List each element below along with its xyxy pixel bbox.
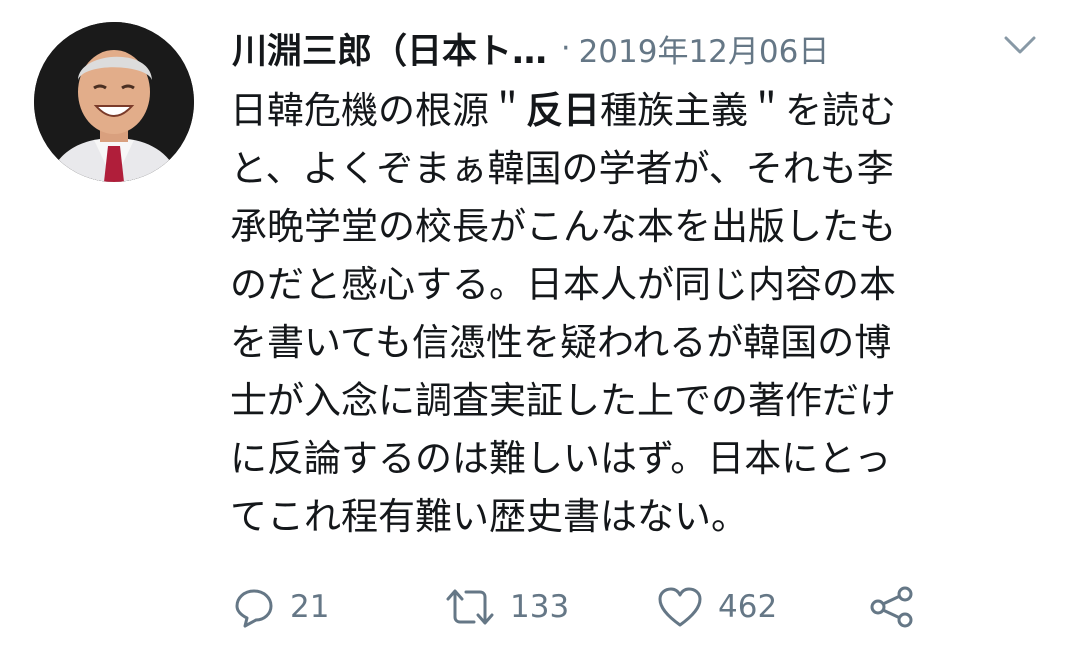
tweet-text-segment: 種族主義＂を読む [600, 89, 896, 132]
tweet-text-line: てこれ程有難い歴史書はない。 [230, 495, 748, 538]
tweet-text-line: 士が入念に調査実証した上での著作だけ [230, 379, 896, 422]
retweet-icon [444, 585, 496, 629]
share-button[interactable] [868, 582, 916, 632]
heart-icon [656, 585, 704, 629]
tweet-text-bold: 反日 [526, 89, 600, 132]
chevron-down-icon[interactable] [1000, 30, 1040, 60]
like-count: 462 [718, 589, 778, 625]
header-separator: · [561, 30, 571, 66]
author-name[interactable]: 川淵三郎（日本ト… [232, 23, 547, 74]
reply-count: 21 [290, 589, 330, 625]
tweet-text-segment: 日韓危機の根源＂ [230, 89, 526, 132]
like-button[interactable]: 462 [656, 582, 777, 632]
retweet-button[interactable]: 133 [444, 582, 569, 632]
tweet-text-line: を書いても信憑性を疑われるが韓国の博 [230, 321, 892, 364]
tweet-text-line: に反論するのは難しいはず。日本にとっ [230, 437, 892, 480]
reply-button[interactable]: 21 [232, 582, 329, 632]
action-bar: 21 133 462 [232, 582, 952, 632]
tweet-header: 川淵三郎（日本ト… · 2019年12月06日 [232, 22, 1032, 74]
tweet-text-line: のだと感心する。日本人が同じ内容の本 [230, 263, 896, 306]
reply-icon [232, 585, 276, 629]
retweet-count: 133 [510, 589, 570, 625]
avatar[interactable] [34, 22, 194, 182]
share-icon [868, 585, 916, 629]
tweet-text-line: と、よくぞまぁ韓国の学者が、それも李 [230, 147, 894, 190]
tweet-text-line: 日韓危機の根源＂反日種族主義＂を読む [230, 82, 1020, 140]
tweet-text-line: 承晩学堂の校長がこんな本を出版したも [230, 205, 896, 248]
tweet-text: 日韓危機の根源＂反日種族主義＂を読む と、よくぞまぁ韓国の学者が、それも李 承晩… [230, 82, 1020, 546]
timestamp[interactable]: 2019年12月06日 [579, 26, 830, 71]
tweet-card: 川淵三郎（日本ト… · 2019年12月06日 日韓危機の根源＂反日種族主義＂を… [0, 0, 1080, 648]
